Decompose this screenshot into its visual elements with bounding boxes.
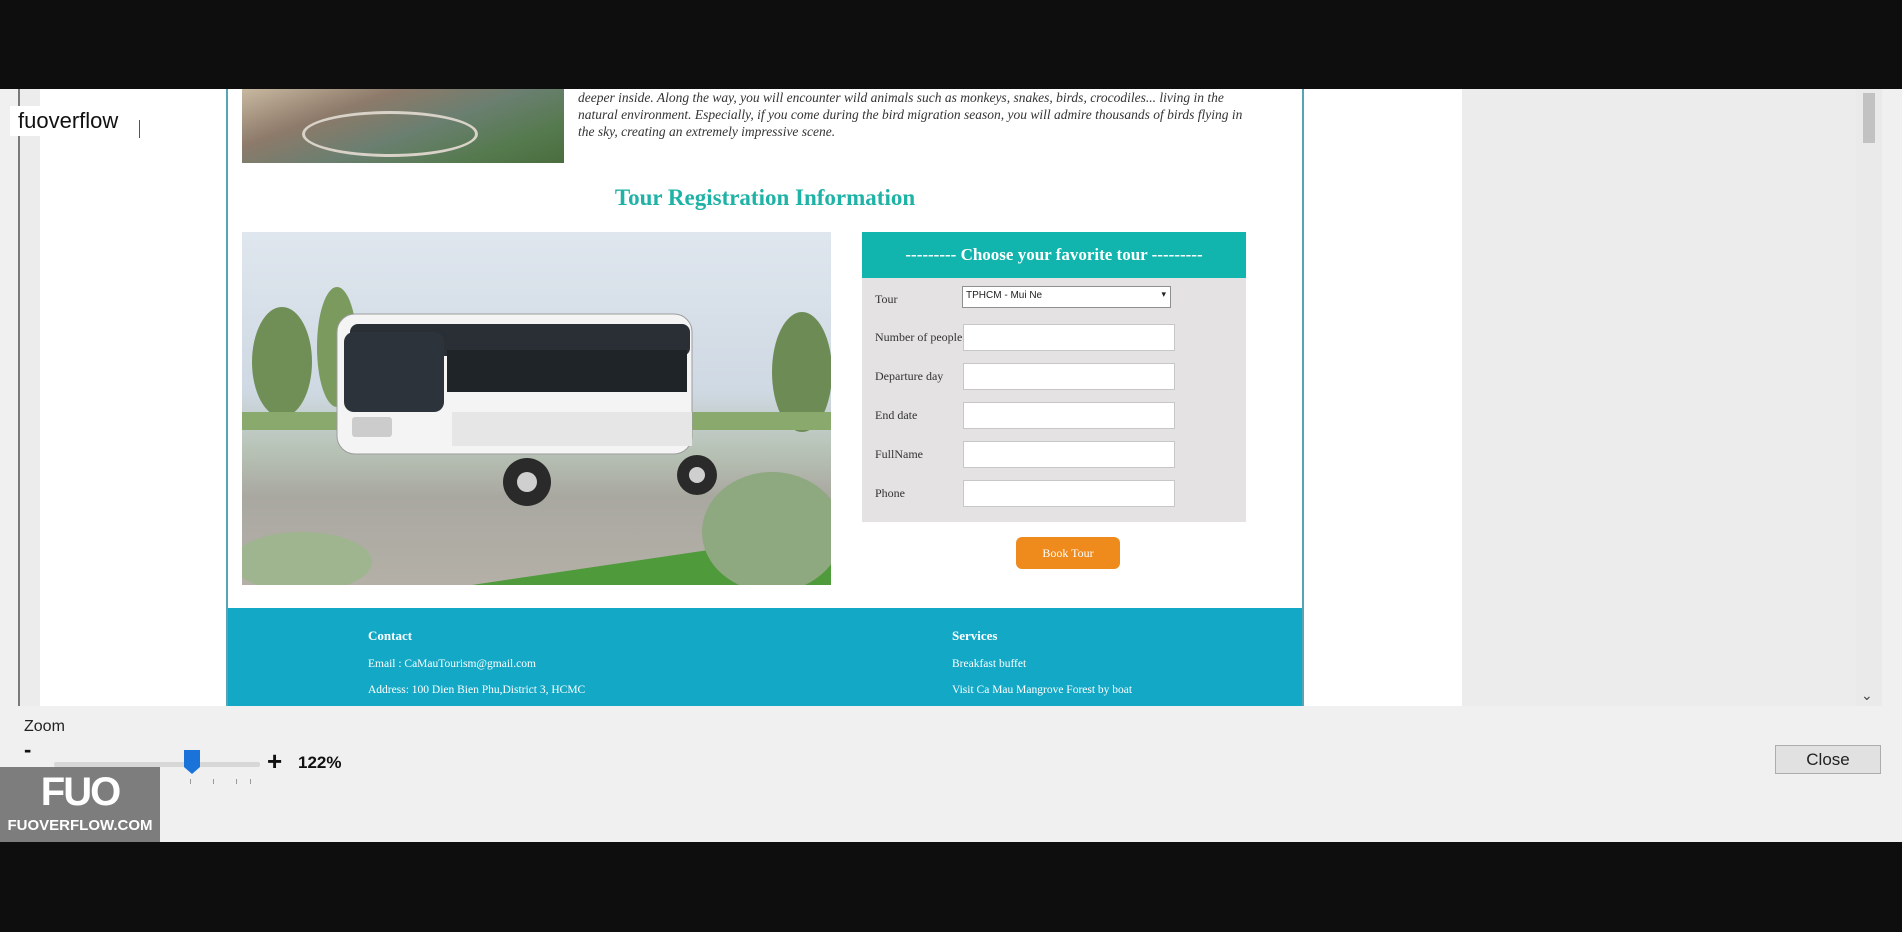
close-button[interactable]: Close xyxy=(1775,745,1881,774)
tour-website: deeper inside. Along the way, you will e… xyxy=(226,89,1304,706)
tour-row: Tour TPHCM - Mui Ne ▾ xyxy=(875,286,1245,316)
slider-tick xyxy=(250,779,251,784)
tour-label: Tour xyxy=(875,292,898,306)
end-date-input[interactable] xyxy=(963,402,1175,429)
services-column: Services Breakfast buffet Visit Ca Mau M… xyxy=(952,628,1132,706)
scrollbar-thumb[interactable] xyxy=(1863,93,1875,143)
service-item: Visit Ca Mau Mangrove Forest by boat xyxy=(952,684,1133,696)
zoom-label: Zoom xyxy=(24,718,65,735)
site-footer: Contact Email : CaMauTourism@gmail.com A… xyxy=(228,608,1302,706)
vertical-scrollbar[interactable]: ⌄ xyxy=(1856,89,1882,706)
bus-photo xyxy=(242,232,831,585)
fuoverflow-logo: FUO FUOVERFLOW.COM xyxy=(0,767,160,842)
book-tour-button[interactable]: Book Tour xyxy=(1016,537,1120,569)
service-item: Breakfast buffet xyxy=(952,658,1027,670)
tour-select[interactable]: TPHCM - Mui Ne ▾ xyxy=(962,286,1171,308)
slider-tick xyxy=(213,779,214,784)
intro-paragraph: deeper inside. Along the way, you will e… xyxy=(578,90,1243,139)
phone-label: Phone xyxy=(875,486,905,500)
contact-column: Contact Email : CaMauTourism@gmail.com A… xyxy=(368,628,585,706)
text-cursor xyxy=(139,120,140,138)
preview-pane[interactable]: deeper inside. Along the way, you will e… xyxy=(18,89,1882,706)
slider-tick xyxy=(190,779,191,784)
preview-page: deeper inside. Along the way, you will e… xyxy=(40,89,1462,706)
section-title: Tour Registration Information xyxy=(614,185,916,210)
fullname-input[interactable] xyxy=(963,441,1175,468)
phone-row: Phone xyxy=(875,480,1245,510)
contact-address: Address: 100 Dien Bien Phu,District 3, H… xyxy=(368,684,586,696)
zoom-slider-thumb[interactable] xyxy=(184,750,201,774)
end-date-label: End date xyxy=(875,408,918,422)
end-date-row: End date xyxy=(875,402,1245,432)
contact-title: Contact xyxy=(368,628,413,643)
scenic-photo xyxy=(242,89,564,163)
phone-input[interactable] xyxy=(963,480,1175,507)
scroll-down-icon[interactable]: ⌄ xyxy=(1861,688,1873,704)
zoom-in-button[interactable]: + xyxy=(267,746,282,777)
bus-illustration xyxy=(242,287,831,585)
fullname-row: FullName xyxy=(875,441,1245,471)
form-header: --------- Choose your favorite tour ----… xyxy=(862,232,1246,278)
departure-label: Departure day xyxy=(875,369,944,383)
departure-input[interactable] xyxy=(963,363,1175,390)
zoom-value: 122% xyxy=(298,753,342,772)
departure-row: Departure day xyxy=(875,363,1245,393)
people-input[interactable] xyxy=(963,324,1175,351)
contact-email: Email : CaMauTourism@gmail.com xyxy=(368,658,536,670)
tour-form: --------- Choose your favorite tour ----… xyxy=(862,232,1246,522)
slider-tick xyxy=(236,779,237,784)
logo-url: FUOVERFLOW.COM xyxy=(7,817,153,834)
people-label: Number of people xyxy=(875,330,963,344)
fullname-label: FullName xyxy=(875,447,923,461)
services-title: Services xyxy=(952,628,998,643)
chevron-down-icon: ▾ xyxy=(1161,290,1166,300)
watermark-label: fuoverflow xyxy=(10,106,127,136)
logo-mark: FUO xyxy=(40,770,121,814)
people-row: Number of people xyxy=(875,324,1245,354)
zoom-out-button[interactable]: - xyxy=(24,737,31,763)
print-preview-window: deeper inside. Along the way, you will e… xyxy=(0,89,1902,842)
